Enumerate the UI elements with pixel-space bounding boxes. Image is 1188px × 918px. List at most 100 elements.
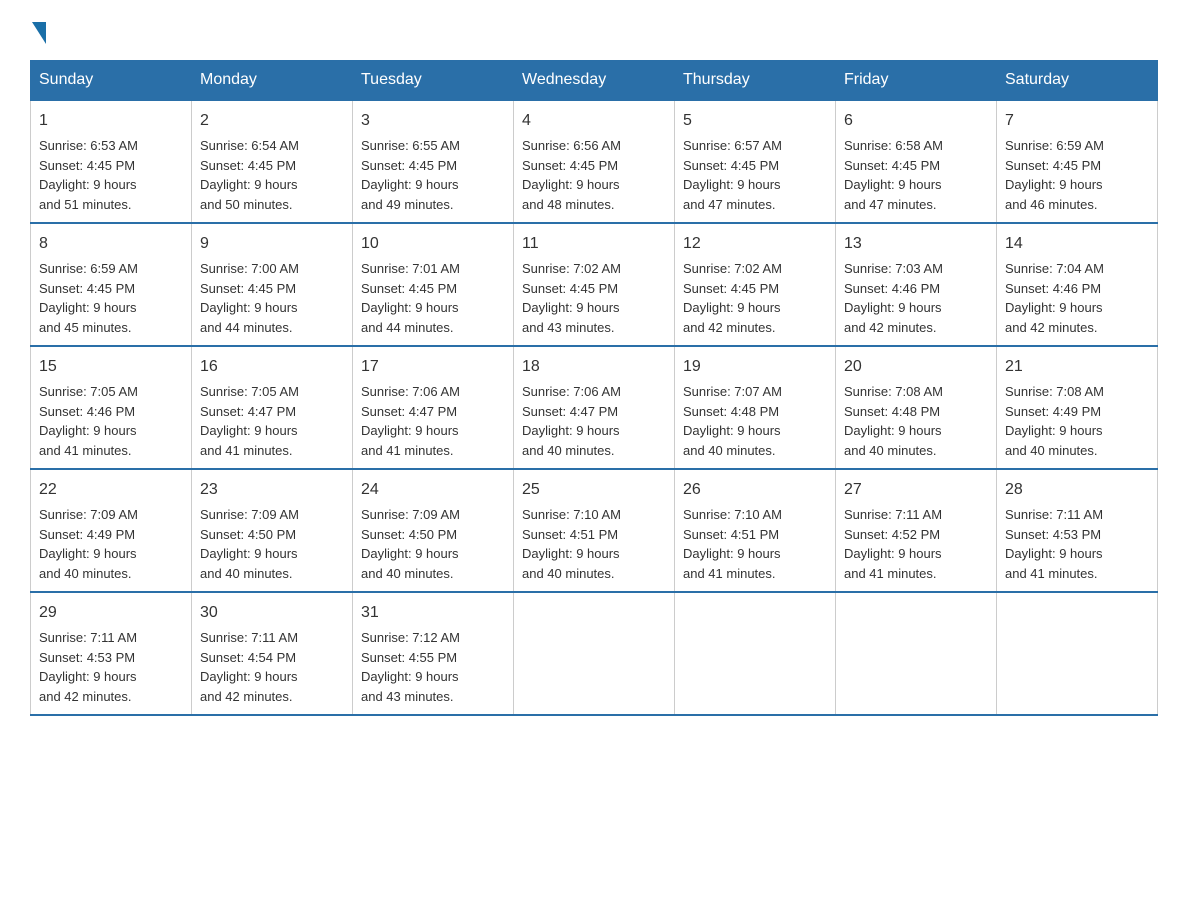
calendar-day-cell: 20 Sunrise: 7:08 AM Sunset: 4:48 PM Dayl… [836, 346, 997, 469]
calendar-day-cell: 22 Sunrise: 7:09 AM Sunset: 4:49 PM Dayl… [31, 469, 192, 592]
calendar-day-cell: 8 Sunrise: 6:59 AM Sunset: 4:45 PM Dayli… [31, 223, 192, 346]
day-number: 11 [522, 232, 666, 256]
day-info-block: Sunrise: 7:07 AM Sunset: 4:48 PM Dayligh… [683, 382, 827, 460]
day-number: 7 [1005, 109, 1149, 133]
day-number: 29 [39, 601, 183, 625]
day-info-block: Sunrise: 7:02 AM Sunset: 4:45 PM Dayligh… [683, 259, 827, 337]
day-info-block: Sunrise: 7:12 AM Sunset: 4:55 PM Dayligh… [361, 628, 505, 706]
day-number: 17 [361, 355, 505, 379]
day-number: 10 [361, 232, 505, 256]
calendar-day-cell: 21 Sunrise: 7:08 AM Sunset: 4:49 PM Dayl… [997, 346, 1158, 469]
weekday-header-thursday: Thursday [675, 61, 836, 101]
day-info-block: Sunrise: 7:00 AM Sunset: 4:45 PM Dayligh… [200, 259, 344, 337]
day-info-block: Sunrise: 7:09 AM Sunset: 4:50 PM Dayligh… [361, 505, 505, 583]
calendar-week-row: 15 Sunrise: 7:05 AM Sunset: 4:46 PM Dayl… [31, 346, 1158, 469]
day-number: 26 [683, 478, 827, 502]
calendar-day-cell: 26 Sunrise: 7:10 AM Sunset: 4:51 PM Dayl… [675, 469, 836, 592]
day-info-block: Sunrise: 6:59 AM Sunset: 4:45 PM Dayligh… [39, 259, 183, 337]
day-info-block: Sunrise: 7:11 AM Sunset: 4:53 PM Dayligh… [1005, 505, 1149, 583]
day-info-block: Sunrise: 6:56 AM Sunset: 4:45 PM Dayligh… [522, 136, 666, 214]
calendar-day-cell: 28 Sunrise: 7:11 AM Sunset: 4:53 PM Dayl… [997, 469, 1158, 592]
weekday-header-sunday: Sunday [31, 61, 192, 101]
day-info-block: Sunrise: 7:08 AM Sunset: 4:48 PM Dayligh… [844, 382, 988, 460]
day-info-block: Sunrise: 7:11 AM Sunset: 4:53 PM Dayligh… [39, 628, 183, 706]
day-number: 28 [1005, 478, 1149, 502]
day-info-block: Sunrise: 7:05 AM Sunset: 4:46 PM Dayligh… [39, 382, 183, 460]
day-number: 15 [39, 355, 183, 379]
calendar-day-cell: 23 Sunrise: 7:09 AM Sunset: 4:50 PM Dayl… [192, 469, 353, 592]
day-info-block: Sunrise: 6:55 AM Sunset: 4:45 PM Dayligh… [361, 136, 505, 214]
calendar-day-cell: 1 Sunrise: 6:53 AM Sunset: 4:45 PM Dayli… [31, 100, 192, 223]
day-number: 6 [844, 109, 988, 133]
calendar-day-cell: 27 Sunrise: 7:11 AM Sunset: 4:52 PM Dayl… [836, 469, 997, 592]
day-info-block: Sunrise: 7:02 AM Sunset: 4:45 PM Dayligh… [522, 259, 666, 337]
day-number: 3 [361, 109, 505, 133]
weekday-header-row: SundayMondayTuesdayWednesdayThursdayFrid… [31, 61, 1158, 101]
day-info-block: Sunrise: 7:09 AM Sunset: 4:49 PM Dayligh… [39, 505, 183, 583]
day-number: 12 [683, 232, 827, 256]
calendar-empty-cell [675, 592, 836, 715]
weekday-header-monday: Monday [192, 61, 353, 101]
weekday-header-tuesday: Tuesday [353, 61, 514, 101]
day-number: 19 [683, 355, 827, 379]
calendar-empty-cell [514, 592, 675, 715]
calendar-day-cell: 25 Sunrise: 7:10 AM Sunset: 4:51 PM Dayl… [514, 469, 675, 592]
calendar-day-cell: 30 Sunrise: 7:11 AM Sunset: 4:54 PM Dayl… [192, 592, 353, 715]
calendar-day-cell: 31 Sunrise: 7:12 AM Sunset: 4:55 PM Dayl… [353, 592, 514, 715]
day-info-block: Sunrise: 7:01 AM Sunset: 4:45 PM Dayligh… [361, 259, 505, 337]
day-number: 23 [200, 478, 344, 502]
calendar-empty-cell [997, 592, 1158, 715]
day-info-block: Sunrise: 7:10 AM Sunset: 4:51 PM Dayligh… [683, 505, 827, 583]
calendar-week-row: 29 Sunrise: 7:11 AM Sunset: 4:53 PM Dayl… [31, 592, 1158, 715]
day-info-block: Sunrise: 6:53 AM Sunset: 4:45 PM Dayligh… [39, 136, 183, 214]
day-info-block: Sunrise: 6:54 AM Sunset: 4:45 PM Dayligh… [200, 136, 344, 214]
day-number: 8 [39, 232, 183, 256]
logo [30, 20, 46, 40]
calendar-day-cell: 5 Sunrise: 6:57 AM Sunset: 4:45 PM Dayli… [675, 100, 836, 223]
calendar-day-cell: 13 Sunrise: 7:03 AM Sunset: 4:46 PM Dayl… [836, 223, 997, 346]
weekday-header-saturday: Saturday [997, 61, 1158, 101]
calendar-empty-cell [836, 592, 997, 715]
calendar-day-cell: 17 Sunrise: 7:06 AM Sunset: 4:47 PM Dayl… [353, 346, 514, 469]
calendar-day-cell: 11 Sunrise: 7:02 AM Sunset: 4:45 PM Dayl… [514, 223, 675, 346]
day-number: 1 [39, 109, 183, 133]
day-number: 22 [39, 478, 183, 502]
day-number: 5 [683, 109, 827, 133]
day-info-block: Sunrise: 6:58 AM Sunset: 4:45 PM Dayligh… [844, 136, 988, 214]
day-number: 24 [361, 478, 505, 502]
day-number: 9 [200, 232, 344, 256]
calendar-table: SundayMondayTuesdayWednesdayThursdayFrid… [30, 60, 1158, 716]
day-number: 31 [361, 601, 505, 625]
day-info-block: Sunrise: 7:11 AM Sunset: 4:54 PM Dayligh… [200, 628, 344, 706]
day-number: 14 [1005, 232, 1149, 256]
calendar-day-cell: 16 Sunrise: 7:05 AM Sunset: 4:47 PM Dayl… [192, 346, 353, 469]
day-info-block: Sunrise: 7:05 AM Sunset: 4:47 PM Dayligh… [200, 382, 344, 460]
calendar-day-cell: 15 Sunrise: 7:05 AM Sunset: 4:46 PM Dayl… [31, 346, 192, 469]
day-number: 30 [200, 601, 344, 625]
logo-arrow-icon [32, 22, 46, 44]
calendar-week-row: 8 Sunrise: 6:59 AM Sunset: 4:45 PM Dayli… [31, 223, 1158, 346]
day-info-block: Sunrise: 7:08 AM Sunset: 4:49 PM Dayligh… [1005, 382, 1149, 460]
calendar-day-cell: 9 Sunrise: 7:00 AM Sunset: 4:45 PM Dayli… [192, 223, 353, 346]
calendar-day-cell: 7 Sunrise: 6:59 AM Sunset: 4:45 PM Dayli… [997, 100, 1158, 223]
calendar-day-cell: 18 Sunrise: 7:06 AM Sunset: 4:47 PM Dayl… [514, 346, 675, 469]
day-info-block: Sunrise: 7:06 AM Sunset: 4:47 PM Dayligh… [361, 382, 505, 460]
day-number: 27 [844, 478, 988, 502]
day-info-block: Sunrise: 7:11 AM Sunset: 4:52 PM Dayligh… [844, 505, 988, 583]
day-number: 2 [200, 109, 344, 133]
day-info-block: Sunrise: 7:10 AM Sunset: 4:51 PM Dayligh… [522, 505, 666, 583]
weekday-header-friday: Friday [836, 61, 997, 101]
calendar-day-cell: 29 Sunrise: 7:11 AM Sunset: 4:53 PM Dayl… [31, 592, 192, 715]
calendar-day-cell: 19 Sunrise: 7:07 AM Sunset: 4:48 PM Dayl… [675, 346, 836, 469]
calendar-week-row: 22 Sunrise: 7:09 AM Sunset: 4:49 PM Dayl… [31, 469, 1158, 592]
day-info-block: Sunrise: 7:04 AM Sunset: 4:46 PM Dayligh… [1005, 259, 1149, 337]
day-number: 20 [844, 355, 988, 379]
calendar-day-cell: 14 Sunrise: 7:04 AM Sunset: 4:46 PM Dayl… [997, 223, 1158, 346]
day-number: 18 [522, 355, 666, 379]
calendar-day-cell: 24 Sunrise: 7:09 AM Sunset: 4:50 PM Dayl… [353, 469, 514, 592]
day-info-block: Sunrise: 7:03 AM Sunset: 4:46 PM Dayligh… [844, 259, 988, 337]
weekday-header-wednesday: Wednesday [514, 61, 675, 101]
calendar-day-cell: 10 Sunrise: 7:01 AM Sunset: 4:45 PM Dayl… [353, 223, 514, 346]
day-number: 25 [522, 478, 666, 502]
day-info-block: Sunrise: 7:06 AM Sunset: 4:47 PM Dayligh… [522, 382, 666, 460]
